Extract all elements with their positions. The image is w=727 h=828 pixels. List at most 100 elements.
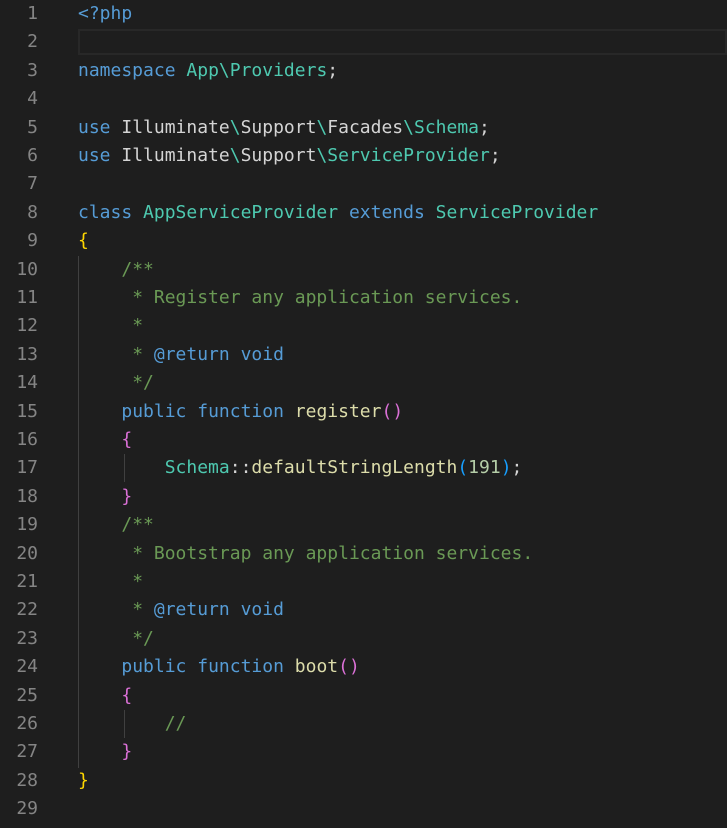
- code-line-18: }: [78, 483, 132, 511]
- line-number-gutter: 1 2 3 4 5 6 7 8 9 10 11 12 13 14 15 16 1…: [0, 0, 64, 828]
- namespace-segment: Support: [240, 145, 317, 166]
- code-line-21: *: [78, 568, 143, 596]
- line-number: 13: [16, 343, 38, 365]
- doc-comment-star: *: [132, 599, 144, 621]
- function-keyword: function: [197, 400, 284, 422]
- open-brace: {: [121, 684, 133, 706]
- line-number: 17: [16, 457, 38, 479]
- semicolon: ;: [489, 145, 501, 166]
- doc-comment-text: Bootstrap any application services.: [153, 542, 534, 564]
- code-line-15: public function register(): [78, 398, 403, 426]
- close-brace: }: [121, 741, 133, 763]
- line-number: 15: [16, 400, 38, 422]
- close-paren: ): [348, 656, 360, 678]
- code-line-20: * Bootstrap any application services.: [78, 540, 533, 568]
- class-reference: ServiceProvider: [435, 201, 599, 223]
- close-paren: ): [500, 457, 512, 479]
- semicolon: ;: [511, 457, 523, 479]
- line-number: 22: [16, 599, 38, 621]
- namespace-segment: App: [186, 59, 219, 81]
- use-keyword: use: [78, 145, 111, 166]
- close-brace: }: [78, 769, 89, 791]
- close-brace: }: [121, 485, 133, 507]
- doc-comment-star: *: [132, 343, 144, 365]
- code-line-6: use Illuminate\Support\ServiceProvider;: [78, 142, 501, 170]
- doc-comment-text: Register any application services.: [153, 287, 523, 308]
- code-line-8: class AppServiceProvider extends Service…: [78, 199, 598, 227]
- code-line-1: <?php: [78, 0, 132, 28]
- code-editor[interactable]: 1 2 3 4 5 6 7 8 9 10 11 12 13 14 15 16 1…: [0, 0, 727, 828]
- line-number: 18: [16, 485, 38, 507]
- doc-return-type: void: [240, 599, 284, 621]
- code-line-28: }: [78, 767, 89, 795]
- code-line-11: * Register any application services.: [78, 284, 522, 312]
- line-number: 14: [16, 372, 38, 394]
- line-number: 8: [27, 201, 38, 223]
- function-keyword: function: [197, 656, 284, 678]
- doc-comment-open: /**: [121, 258, 154, 280]
- semicolon: ;: [327, 59, 339, 81]
- namespace-segment: Facades: [327, 116, 404, 138]
- code-line-3: namespace App\Providers;: [78, 57, 338, 85]
- line-number: 23: [16, 627, 38, 649]
- class-reference: Schema: [413, 116, 480, 138]
- scope-operator: ::: [229, 457, 252, 479]
- extends-keyword: extends: [348, 201, 425, 223]
- line-number: 2: [27, 31, 38, 53]
- class-reference: ServiceProvider: [327, 145, 490, 166]
- code-line-22: * @return void: [78, 596, 284, 624]
- line-comment: //: [164, 713, 187, 734]
- namespace-segment: Providers: [229, 59, 328, 81]
- open-paren: (: [381, 400, 393, 422]
- doc-return-tag: @return: [153, 599, 230, 621]
- code-line-14: */: [78, 369, 154, 397]
- doc-return-type: void: [240, 343, 284, 365]
- code-line-9: {: [78, 227, 89, 255]
- line-number: 26: [16, 713, 38, 734]
- line-number: 7: [27, 173, 38, 195]
- doc-comment-close: */: [132, 372, 154, 394]
- line-number: 10: [16, 258, 38, 280]
- namespace-segment: Support: [240, 116, 317, 138]
- open-paren: (: [338, 656, 349, 678]
- line-number: 16: [16, 429, 38, 450]
- code-line-10: /**: [78, 256, 154, 284]
- line-number: 1: [27, 3, 38, 24]
- doc-return-tag: @return: [153, 343, 230, 365]
- open-brace: {: [78, 230, 89, 252]
- doc-comment-open: /**: [121, 514, 154, 536]
- code-area[interactable]: <?php namespace App\Providers; use Illum…: [78, 0, 727, 828]
- namespace-separator: \: [218, 59, 230, 81]
- public-keyword: public: [121, 656, 187, 678]
- code-line-23: */: [78, 625, 154, 653]
- doc-comment-star: *: [132, 315, 144, 337]
- namespace-separator: \: [229, 116, 241, 138]
- number-literal: 191: [468, 457, 501, 479]
- code-line-19: /**: [78, 511, 154, 539]
- code-line-17: Schema::defaultStringLength(191);: [78, 454, 523, 482]
- open-brace: {: [121, 429, 133, 450]
- namespace-keyword: namespace: [78, 59, 176, 81]
- function-name: boot: [294, 656, 339, 678]
- class-keyword: class: [78, 201, 133, 223]
- line-number: 4: [27, 88, 38, 110]
- public-keyword: public: [121, 400, 187, 422]
- function-name: register: [294, 400, 382, 422]
- code-line-27: }: [78, 738, 132, 766]
- namespace-separator: \: [403, 116, 414, 138]
- code-line-5: use Illuminate\Support\Facades\Schema;: [78, 114, 490, 142]
- line-number: 28: [16, 769, 38, 791]
- line-number: 12: [16, 315, 38, 337]
- code-line-16: {: [78, 426, 132, 454]
- code-line-24: public function boot(): [78, 653, 360, 681]
- code-line-13: * @return void: [78, 341, 284, 369]
- doc-comment-star: *: [132, 571, 144, 592]
- line-number: 19: [16, 514, 38, 536]
- method-call: defaultStringLength: [251, 457, 458, 479]
- doc-comment-star: *: [132, 542, 144, 564]
- php-open-tag: <?php: [78, 3, 133, 24]
- line-number: 24: [16, 656, 38, 678]
- line-number: 29: [16, 798, 38, 820]
- line-number: 21: [16, 571, 38, 592]
- line-number: 11: [16, 287, 38, 308]
